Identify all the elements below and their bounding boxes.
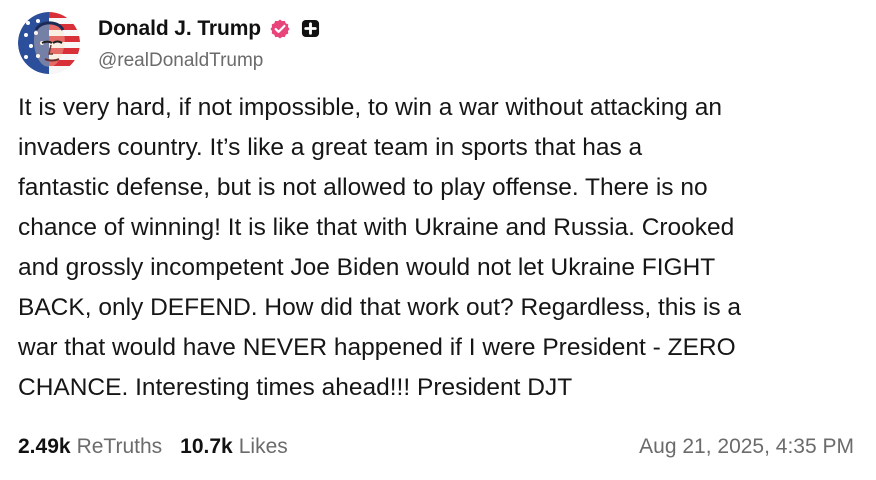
author-display-name[interactable]: Donald J. Trump — [98, 17, 261, 41]
post-header: Donald J. Trump @realDonaldTrump — [18, 10, 320, 76]
verified-badge-icon — [270, 18, 290, 39]
plus-badge-icon — [301, 19, 320, 38]
author-identity: Donald J. Trump @realDonaldTrump — [98, 15, 320, 72]
post-text: It is very hard, if not impossible, to w… — [18, 94, 742, 401]
american-flag-portrait-avatar-icon — [18, 12, 80, 74]
post-timestamp[interactable]: Aug 21, 2025, 4:35 PM — [639, 435, 854, 459]
truth-social-post: Donald J. Trump @realDonaldTrump It is v… — [0, 0, 876, 480]
likes-label: Likes — [238, 435, 288, 458]
retruths-stat[interactable]: 2.49k ReTruths — [18, 435, 162, 459]
retruths-label: ReTruths — [76, 435, 163, 458]
likes-count: 10.7k — [180, 435, 233, 458]
avatar[interactable] — [18, 12, 80, 74]
author-name-row: Donald J. Trump — [98, 15, 320, 43]
likes-stat[interactable]: 10.7k Likes — [180, 435, 288, 459]
post-stats: 2.49k ReTruths 10.7k Likes — [18, 435, 288, 459]
retruths-count: 2.49k — [18, 435, 71, 458]
post-footer: 2.49k ReTruths 10.7k Likes Aug 21, 2025,… — [18, 435, 854, 459]
author-handle[interactable]: @realDonaldTrump — [98, 50, 320, 72]
